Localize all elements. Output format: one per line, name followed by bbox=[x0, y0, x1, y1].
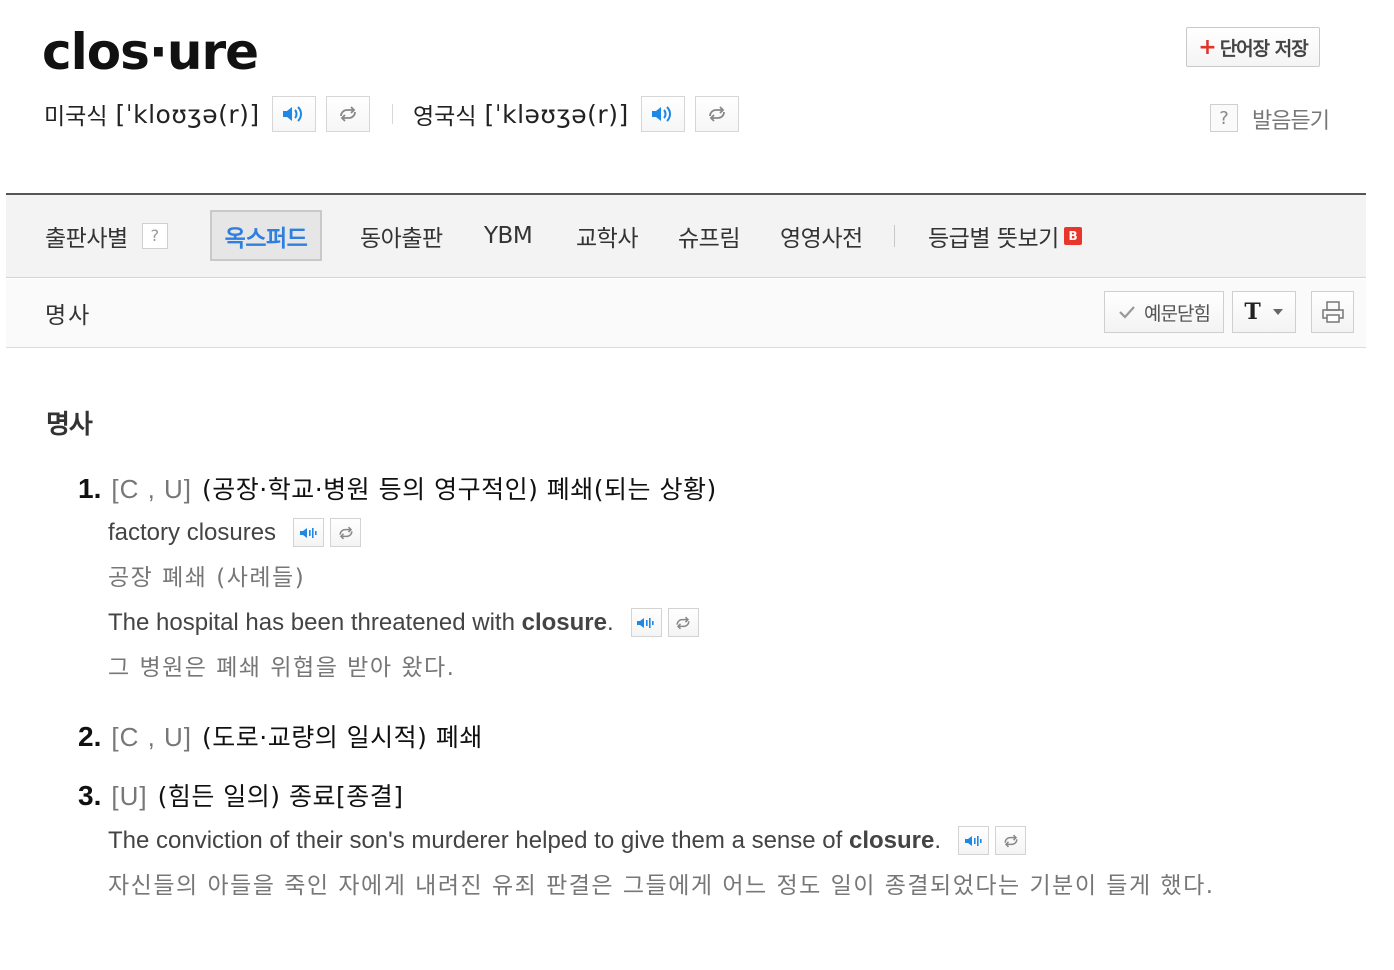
example-sentence: The hospital has been threatened with cl… bbox=[108, 608, 699, 637]
speaker-icon bbox=[651, 106, 671, 122]
example-translation: 자신들의 아들을 죽인 자에게 내려진 유죄 판결은 그들에게 어느 정도 일이… bbox=[108, 873, 1215, 899]
sense-number: 2. bbox=[78, 721, 102, 752]
example-play-button[interactable] bbox=[630, 608, 662, 637]
speaker-icon bbox=[637, 617, 654, 628]
example-keyword: closure bbox=[848, 826, 935, 854]
publisher-label: 출판사별 ? bbox=[45, 210, 168, 261]
tab-supreme[interactable]: 슈프림 bbox=[678, 210, 740, 261]
grammar-code: [U] bbox=[111, 781, 148, 811]
sense-3: 3. [U] (힘든 일의) 종료[종결] bbox=[78, 777, 404, 813]
us-pronunciation: 미국식 [ˈkloʊʒə(r)] bbox=[44, 94, 393, 134]
example-play-button[interactable] bbox=[293, 518, 325, 547]
part-of-speech-filter[interactable]: 명사 bbox=[45, 296, 91, 330]
tab-donga[interactable]: 동아출판 bbox=[360, 210, 443, 261]
save-to-wordbook-label: 단어장 저장 bbox=[1219, 37, 1309, 60]
section-title: 명사 bbox=[46, 410, 93, 440]
sense-number: 1. bbox=[78, 473, 102, 504]
check-icon bbox=[1119, 306, 1135, 319]
grammar-code: [C , U] bbox=[111, 474, 193, 504]
sense-definition: (공장·학교·병원 등의 영구적인) 폐쇄(되는 상황) bbox=[202, 475, 717, 504]
tab-divider bbox=[894, 225, 895, 247]
plus-icon: + bbox=[1198, 34, 1216, 60]
pronunciation-divider bbox=[391, 104, 393, 124]
us-repeat-button[interactable] bbox=[325, 96, 370, 132]
example-text: The hospital has been threatened with bbox=[108, 608, 522, 636]
headword: clos·ure bbox=[42, 23, 259, 81]
example-repeat-button[interactable] bbox=[330, 518, 362, 547]
example-play-button[interactable] bbox=[958, 826, 990, 855]
sense-definition: (도로·교량의 일시적) 폐쇄 bbox=[202, 723, 483, 752]
repeat-icon bbox=[339, 106, 356, 122]
repeat-icon bbox=[676, 616, 690, 629]
example-repeat-button[interactable] bbox=[667, 608, 699, 637]
sense-definition: (힘든 일의) 종료[종결] bbox=[157, 782, 404, 811]
example-translation: 그 병원은 폐쇄 위협을 받아 왔다. bbox=[108, 655, 456, 681]
publisher-label-text: 출판사별 bbox=[45, 225, 128, 252]
caret-down-icon bbox=[1272, 309, 1283, 315]
example-sentence: The conviction of their son's murderer h… bbox=[108, 826, 1027, 855]
speaker-icon bbox=[299, 527, 317, 538]
font-size-button[interactable]: T bbox=[1232, 291, 1296, 333]
example-text-end: . bbox=[607, 608, 614, 636]
uk-play-button[interactable] bbox=[640, 96, 685, 132]
tab-english-english[interactable]: 영영사전 bbox=[780, 210, 863, 261]
grammar-code: [C , U] bbox=[111, 722, 193, 752]
save-to-wordbook-button[interactable]: + 단어장 저장 bbox=[1186, 27, 1320, 67]
example-repeat-button[interactable] bbox=[995, 826, 1027, 855]
tab-level-meanings-label: 등급별 뜻보기 bbox=[928, 225, 1059, 252]
example-text: The conviction of their son's murderer h… bbox=[108, 826, 849, 854]
example-sentence: factory closures bbox=[108, 518, 362, 547]
level-badge: B bbox=[1063, 226, 1082, 245]
example-text: factory closures bbox=[108, 518, 277, 546]
repeat-icon bbox=[1003, 834, 1018, 847]
example-text-end: . bbox=[934, 826, 942, 854]
print-button[interactable] bbox=[1311, 291, 1354, 333]
speaker-icon bbox=[964, 835, 982, 846]
listen-pronunciation-link[interactable]: 발음듣기 bbox=[1252, 103, 1330, 135]
tab-oxford[interactable]: 옥스퍼드 bbox=[210, 210, 322, 261]
font-size-label: T bbox=[1244, 299, 1260, 325]
speaker-icon bbox=[282, 106, 302, 122]
us-play-button[interactable] bbox=[271, 96, 316, 132]
repeat-icon bbox=[338, 526, 353, 539]
example-toggle-button[interactable]: 예문닫힘 bbox=[1104, 291, 1224, 333]
uk-repeat-button[interactable] bbox=[694, 96, 739, 132]
tab-kyohak[interactable]: 교학사 bbox=[576, 210, 638, 261]
uk-ipa: [ˈkləʊʒə(r)] bbox=[484, 99, 629, 129]
example-keyword: closure bbox=[521, 608, 607, 636]
sense-number: 3. bbox=[78, 780, 102, 811]
pronunciation-help-button[interactable]: ? bbox=[1210, 104, 1238, 132]
uk-pronunciation: 영국식 [ˈkləʊʒə(r)] bbox=[413, 94, 739, 134]
uk-pronunciation-label: 영국식 bbox=[413, 104, 477, 130]
tab-ybm[interactable]: YBM bbox=[484, 210, 533, 261]
publisher-help-button[interactable]: ? bbox=[141, 222, 168, 249]
example-translation: 공장 폐쇄 (사례들) bbox=[108, 565, 306, 591]
repeat-icon bbox=[708, 106, 725, 122]
print-icon bbox=[1321, 301, 1344, 323]
us-ipa: [ˈkloʊʒə(r)] bbox=[115, 99, 260, 129]
sense-1: 1. [C , U] (공장·학교·병원 등의 영구적인) 폐쇄(되는 상황) bbox=[78, 470, 717, 506]
us-pronunciation-label: 미국식 bbox=[44, 104, 108, 130]
example-toggle-label: 예문닫힘 bbox=[1144, 302, 1211, 325]
tab-level-meanings[interactable]: 등급별 뜻보기 B bbox=[928, 210, 1082, 261]
sense-2: 2. [C , U] (도로·교량의 일시적) 폐쇄 bbox=[78, 718, 483, 754]
